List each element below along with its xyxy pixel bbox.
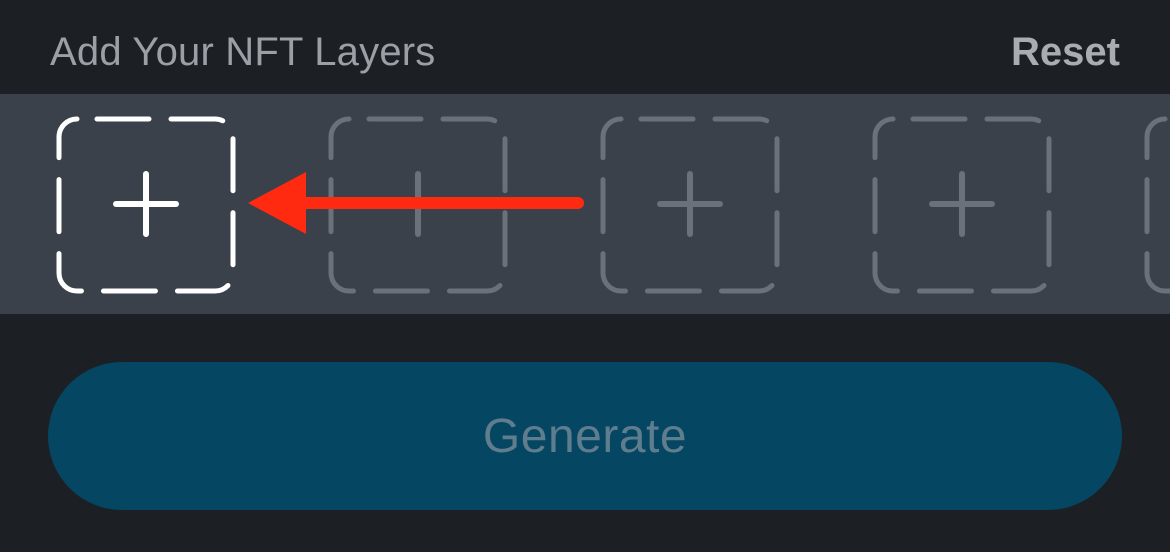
add-layer-slot-4[interactable]: [872, 116, 1052, 294]
page-title: Add Your NFT Layers: [50, 30, 436, 74]
add-layer-slot-2[interactable]: [328, 116, 508, 294]
nft-layer-panel: Add Your NFT Layers Reset Generate: [0, 0, 1170, 552]
add-layer-slot-5[interactable]: [1144, 116, 1170, 294]
add-layer-slot-1[interactable]: [56, 116, 236, 294]
generate-button-label: Generate: [482, 409, 688, 463]
plus-icon: [113, 171, 179, 237]
generate-button[interactable]: Generate: [48, 362, 1122, 510]
header: Add Your NFT Layers Reset: [0, 0, 1170, 94]
plus-icon: [929, 171, 995, 237]
layer-strip: [0, 94, 1170, 314]
dashed-square-icon: [1144, 116, 1170, 294]
plus-icon: [385, 171, 451, 237]
add-layer-slot-3[interactable]: [600, 116, 780, 294]
reset-button[interactable]: Reset: [1011, 30, 1120, 75]
plus-icon: [657, 171, 723, 237]
